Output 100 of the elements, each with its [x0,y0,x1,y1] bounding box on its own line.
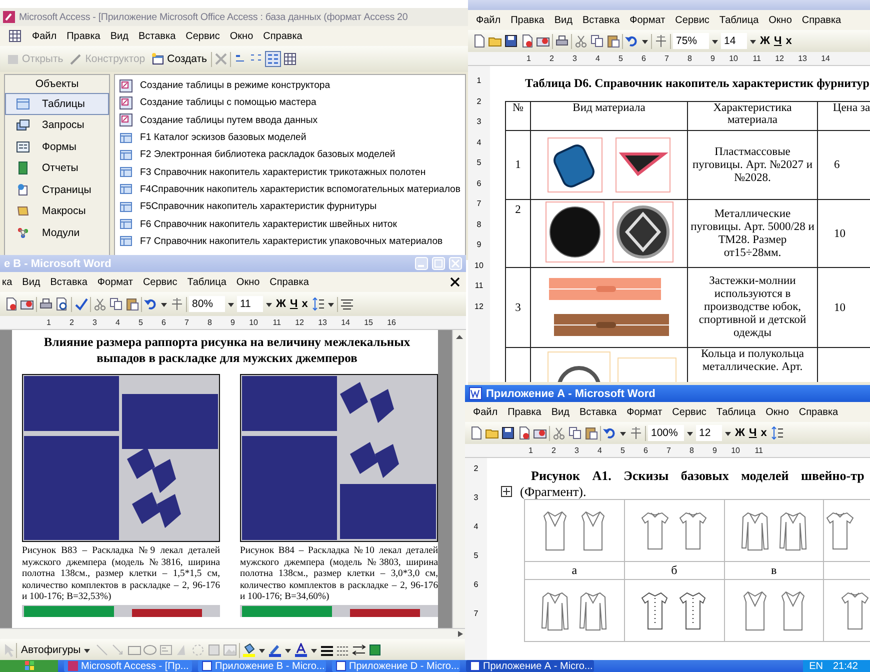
format-button[interactable]: Ч [772,35,783,47]
menu-item[interactable]: Формат [626,406,662,418]
menu-item[interactable]: Файл [473,406,498,418]
table-list-item[interactable]: F4Справочник накопитель характеристик вспомогательных материалов [119,180,465,198]
print-preview-icon[interactable] [55,297,69,311]
table-list-item[interactable]: Создание таблицы с помощью мастера [119,94,465,112]
zoom-field[interactable]: 100% [648,425,684,441]
table-move-handle-icon[interactable] [501,486,512,497]
menu-item[interactable]: Таблица [719,14,759,26]
paste-icon[interactable] [125,297,139,311]
menu-item[interactable]: Справка [798,406,838,418]
oval-icon[interactable] [142,643,157,657]
object-type-item[interactable]: Формы [5,136,109,158]
object-type-item[interactable]: Страницы [5,179,109,200]
menu-item[interactable]: Сервис [675,14,710,26]
menu-item[interactable]: Правка [508,406,542,418]
line-spacing-icon[interactable] [310,297,325,311]
table-list-item[interactable]: Создание таблицы путем ввода данных [119,112,465,129]
print-icon[interactable] [555,34,569,48]
object-type-item[interactable]: Макросы [5,200,109,222]
format-button[interactable]: x [760,427,768,439]
permission-icon[interactable] [4,297,18,311]
copy-icon[interactable] [568,426,582,440]
menu-item[interactable]: ка [2,276,12,288]
menu-item[interactable]: Вставка [138,30,176,42]
font-size-field[interactable]: 12 [696,425,722,441]
format-button[interactable]: Ч [288,298,299,310]
undo-icon[interactable] [603,426,617,440]
table-list-item[interactable]: F1 Каталог эскизов базовых моделей [119,128,465,146]
menu-item[interactable]: Справка [263,30,302,42]
menu-item[interactable]: Сервис [672,406,706,418]
draw-table-icon[interactable] [654,34,668,48]
draw-table-icon[interactable] [170,297,184,311]
taskbar-button[interactable]: Microsoft Access - [Пр... [64,660,192,672]
menu-item[interactable]: Справка [802,14,842,26]
caret-icon[interactable] [310,646,318,654]
menu-item[interactable]: Формат [630,14,666,26]
new-document-icon[interactable] [469,426,483,440]
align-center-icon[interactable] [340,297,354,311]
table-list-item[interactable]: F3 Справочник накопитель характеристик трикотажных полотен [119,163,465,181]
object-type-item[interactable]: Отчеты [5,158,109,179]
menu-item[interactable]: Окно [768,14,792,26]
caret-icon[interactable] [326,300,335,308]
zoom-field[interactable]: 80% [189,296,225,312]
table-list-item[interactable]: F6 Справочник накопитель характеристик швейных ниток [119,215,465,233]
taskbar-button[interactable]: Приложение D - Micro... [332,660,460,672]
cut-icon[interactable] [552,426,566,440]
caret-icon[interactable] [284,646,292,654]
draw-table-icon[interactable] [629,426,643,440]
menu-item[interactable]: Вид [22,276,40,288]
taskbar-button[interactable]: Приложение B - Micro... [198,660,326,672]
paste-icon[interactable] [584,426,598,440]
menu-item[interactable]: Вид [110,30,128,42]
caret-icon[interactable] [711,37,719,45]
menu-item[interactable]: Вставка [579,406,617,418]
menu-item[interactable]: Файл [32,30,57,42]
caret-icon[interactable] [686,429,694,437]
object-type-item[interactable]: Модули [5,222,109,244]
copy-icon[interactable] [590,34,604,48]
object-type-item[interactable]: Таблицы [5,93,109,114]
cut-icon[interactable] [574,34,588,48]
caret-icon[interactable] [749,37,757,45]
menu-item[interactable]: Файл [476,14,501,26]
menu-item[interactable]: Формат [97,276,133,288]
close-icon[interactable] [450,277,460,287]
save-icon[interactable] [501,426,515,440]
menu-item[interactable]: Вид [551,406,570,418]
format-button[interactable]: Ж [275,298,287,310]
menu-item[interactable]: Вставка [50,276,88,288]
print-icon[interactable] [39,297,53,311]
table-list-item[interactable]: F5Справочник накопитель характеристик фурнитуры [119,198,465,216]
menu-item[interactable]: Окно [236,276,260,288]
caret-icon[interactable] [160,300,168,308]
menu-item[interactable]: Справка [270,276,309,288]
permission-icon[interactable] [517,426,531,440]
fill-bucket-icon[interactable] [242,643,256,657]
menu-item[interactable]: Вставка [582,14,620,26]
database-icon[interactable] [8,29,22,43]
object-type-item[interactable]: Запросы [5,114,109,136]
create-button[interactable]: Создать [149,52,210,66]
menu-item[interactable]: Правка [510,14,544,26]
arrow-style-icon[interactable] [352,643,366,657]
list-view-icon[interactable] [266,52,280,66]
menu-item[interactable]: Правка [66,30,100,42]
save-icon[interactable] [504,34,518,48]
cut-icon[interactable] [93,297,107,311]
menu-item[interactable]: Вид [554,14,572,26]
menu-item[interactable]: Таблица [716,406,756,418]
table-list-item[interactable]: Создание таблицы в режиме конструктора [119,77,465,94]
font-size-field[interactable]: 14 [721,33,747,49]
caret-icon[interactable] [258,646,266,654]
format-button[interactable]: x [300,298,309,310]
font-size-field[interactable]: 11 [237,296,263,312]
table-list-item[interactable]: F7 Справочник накопитель характеристик упаковочных материалов [119,232,465,250]
format-button[interactable]: Ж [734,427,746,439]
menu-item[interactable]: Таблица [187,276,226,288]
line-style-icon[interactable] [320,643,334,657]
zoom-field[interactable]: 75% [673,33,709,49]
autoshapes-menu[interactable]: Автофигуры [19,644,93,656]
menu-item[interactable]: Окно [230,30,254,42]
